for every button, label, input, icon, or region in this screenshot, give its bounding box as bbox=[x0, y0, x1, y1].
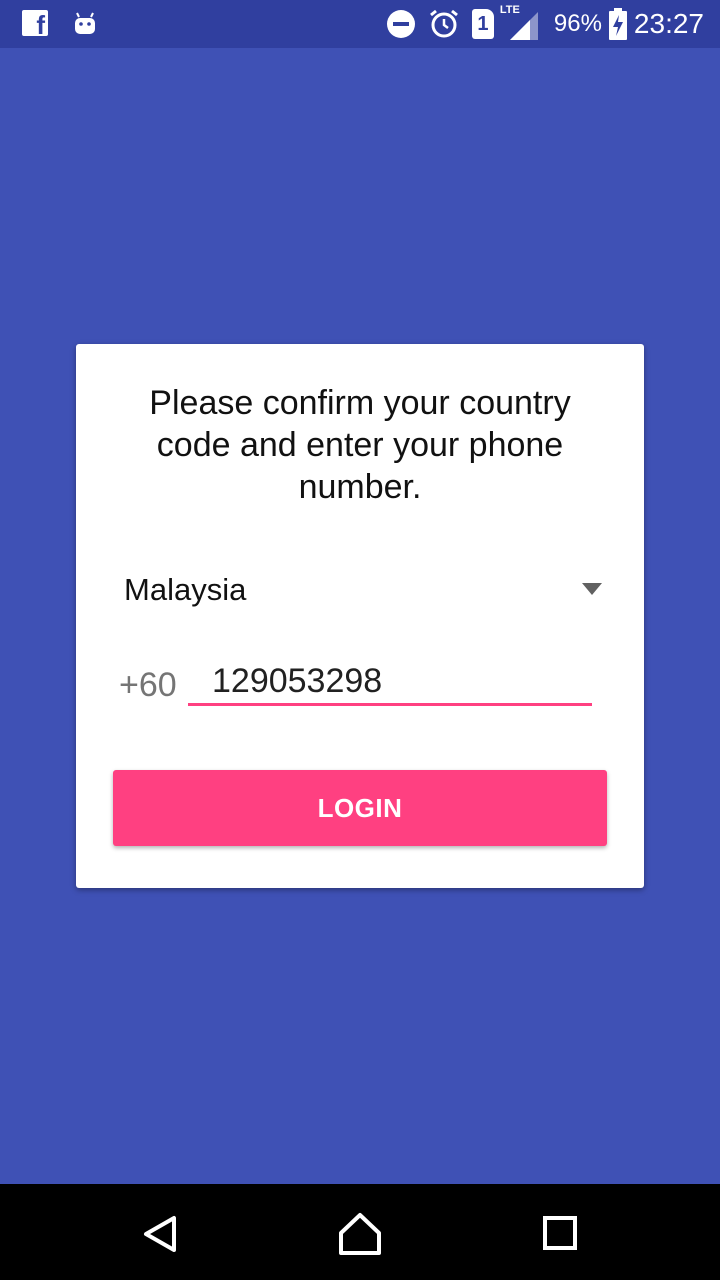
recents-icon[interactable] bbox=[536, 1212, 584, 1256]
signal-icon: LTE bbox=[500, 4, 542, 42]
home-icon[interactable] bbox=[336, 1212, 384, 1256]
country-dropdown[interactable]: Malaysia bbox=[124, 570, 602, 614]
navigation-bar bbox=[0, 1184, 720, 1280]
login-card: Please confirm your country code and ent… bbox=[76, 344, 644, 888]
dropdown-arrow-icon bbox=[582, 583, 602, 595]
instruction-text: Please confirm your country code and ent… bbox=[149, 384, 571, 506]
battery-charging-icon bbox=[608, 8, 627, 40]
android-icon bbox=[75, 12, 95, 34]
do-not-disturb-icon bbox=[386, 10, 415, 38]
country-name: Malaysia bbox=[124, 572, 247, 607]
country-code: +60 bbox=[119, 666, 177, 704]
network-type: LTE bbox=[499, 4, 520, 16]
login-button[interactable]: LOGIN bbox=[113, 770, 607, 846]
facebook-icon: f bbox=[22, 10, 48, 38]
battery-percent: 96% bbox=[553, 10, 602, 37]
status-bar: f 1 LTE 96% 23:27 bbox=[0, 0, 720, 48]
sim-card-icon: 1 bbox=[471, 9, 494, 39]
clock: 23:27 bbox=[633, 8, 704, 39]
back-icon[interactable] bbox=[136, 1212, 184, 1256]
phone-number-input[interactable] bbox=[188, 660, 592, 706]
alarm-icon bbox=[429, 9, 458, 38]
